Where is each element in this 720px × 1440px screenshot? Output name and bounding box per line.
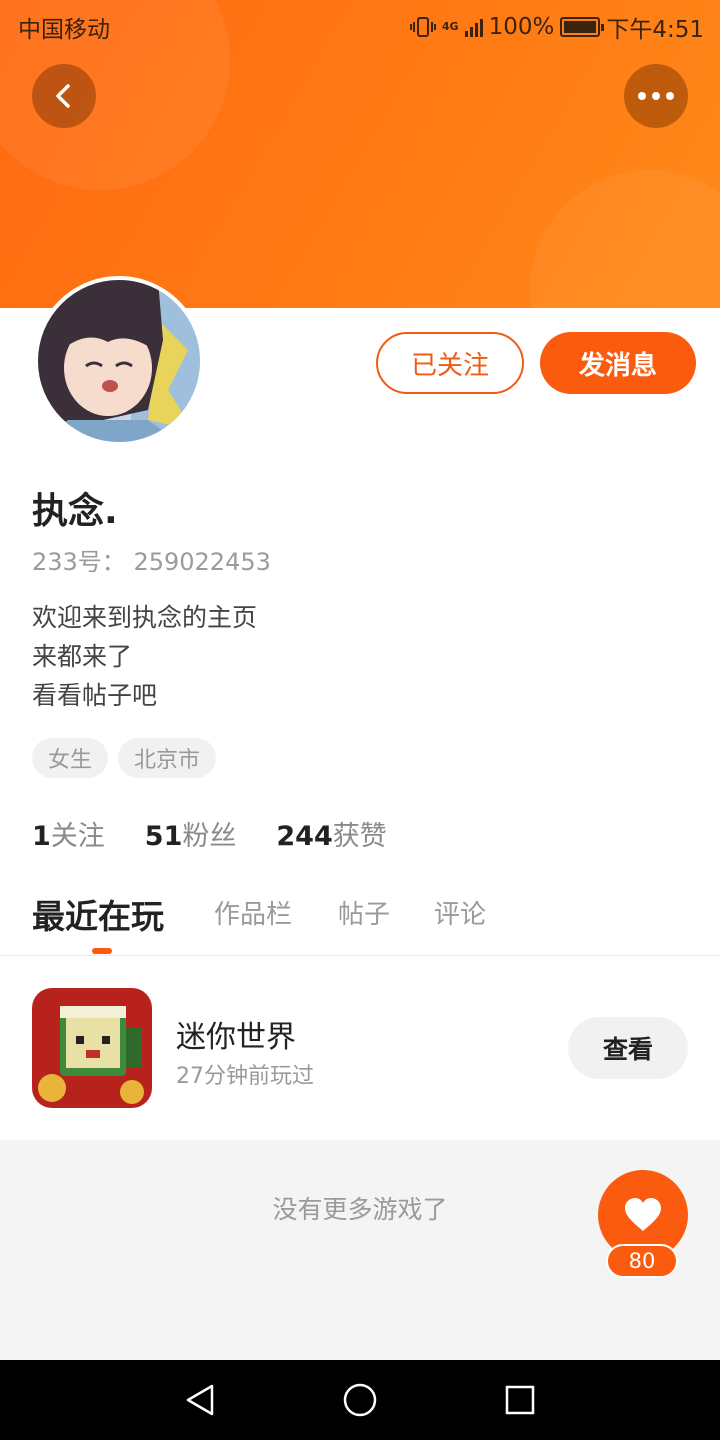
battery-icon xyxy=(560,17,605,37)
bio-line: 来都来了 xyxy=(32,642,133,671)
stat-fans[interactable]: 51粉丝 xyxy=(145,814,237,853)
battery-percent: 100% xyxy=(488,14,555,40)
bio-line: 欢迎来到执念的主页 xyxy=(32,603,258,632)
back-button[interactable] xyxy=(32,64,96,128)
more-dots-icon xyxy=(638,92,674,100)
stat-following[interactable]: 1关注 xyxy=(32,814,105,853)
profile-tags: 女生 北京市 xyxy=(32,738,217,778)
stat-label: 粉丝 xyxy=(182,821,237,852)
stat-value: 244 xyxy=(276,821,333,852)
bio-line: 看看帖子吧 xyxy=(32,681,158,710)
header-decoration xyxy=(530,170,720,308)
tag-gender: 女生 xyxy=(32,738,109,778)
avatar-image xyxy=(38,280,200,442)
active-tab-indicator xyxy=(92,948,112,954)
user-id: 233号： 259022453 xyxy=(32,542,271,577)
view-game-button[interactable]: 查看 xyxy=(568,1017,688,1079)
signal-icon xyxy=(464,17,483,37)
chevron-left-icon xyxy=(56,84,70,108)
stat-likes: 244获赞 xyxy=(276,814,386,853)
more-options-button[interactable] xyxy=(624,64,688,128)
stat-value: 51 xyxy=(144,821,183,852)
bio: 欢迎来到执念的主页 来都来了 看看帖子吧 xyxy=(32,598,257,715)
game-icon xyxy=(32,988,152,1108)
status-indicators: 4G 100% 下午4:51 xyxy=(409,10,704,44)
tab-comments[interactable]: 评论 xyxy=(434,894,486,931)
stat-label: 获赞 xyxy=(332,821,387,852)
game-icon-art xyxy=(32,988,152,1108)
game-list-item[interactable]: 迷你世界 27分钟前玩过 查看 xyxy=(0,958,720,1140)
carrier-name: 中国移动 xyxy=(18,17,110,43)
user-id-value: 259022453 xyxy=(133,548,271,576)
network-type: 4G xyxy=(441,20,459,33)
nav-home-button[interactable] xyxy=(340,1380,380,1420)
profile-tabs: 最近在玩 作品栏 帖子 评论 xyxy=(0,880,720,956)
avatar[interactable] xyxy=(34,276,204,446)
user-id-label: 233号： xyxy=(32,548,126,576)
back-triangle-icon xyxy=(186,1384,214,1416)
recents-square-icon xyxy=(505,1385,535,1415)
system-navigation-bar xyxy=(0,1360,720,1440)
heart-icon xyxy=(625,1198,661,1231)
nav-back-button[interactable] xyxy=(180,1380,220,1420)
profile-stats: 1关注 51粉丝 244获赞 xyxy=(32,814,387,853)
tag-location: 北京市 xyxy=(118,738,217,778)
home-circle-icon xyxy=(343,1383,377,1417)
game-last-played: 27分钟前玩过 xyxy=(176,1064,314,1089)
username: 执念. xyxy=(32,491,118,532)
vibrate-icon xyxy=(409,17,436,37)
followed-button[interactable]: 已关注 xyxy=(376,332,524,394)
tab-works[interactable]: 作品栏 xyxy=(214,894,292,931)
stat-label: 关注 xyxy=(50,821,105,852)
status-bar: 中国移动 4G 100% 下午4:51 xyxy=(0,0,720,50)
game-name: 迷你世界 xyxy=(176,1020,296,1055)
tab-recently-played[interactable]: 最近在玩 xyxy=(32,890,164,938)
send-message-button[interactable]: 发消息 xyxy=(540,332,696,394)
clock: 下午4:51 xyxy=(606,17,704,43)
nav-recents-button[interactable] xyxy=(500,1380,540,1420)
tab-posts[interactable]: 帖子 xyxy=(338,894,390,931)
stat-value: 1 xyxy=(32,821,51,852)
like-count-badge: 80 xyxy=(606,1244,678,1278)
